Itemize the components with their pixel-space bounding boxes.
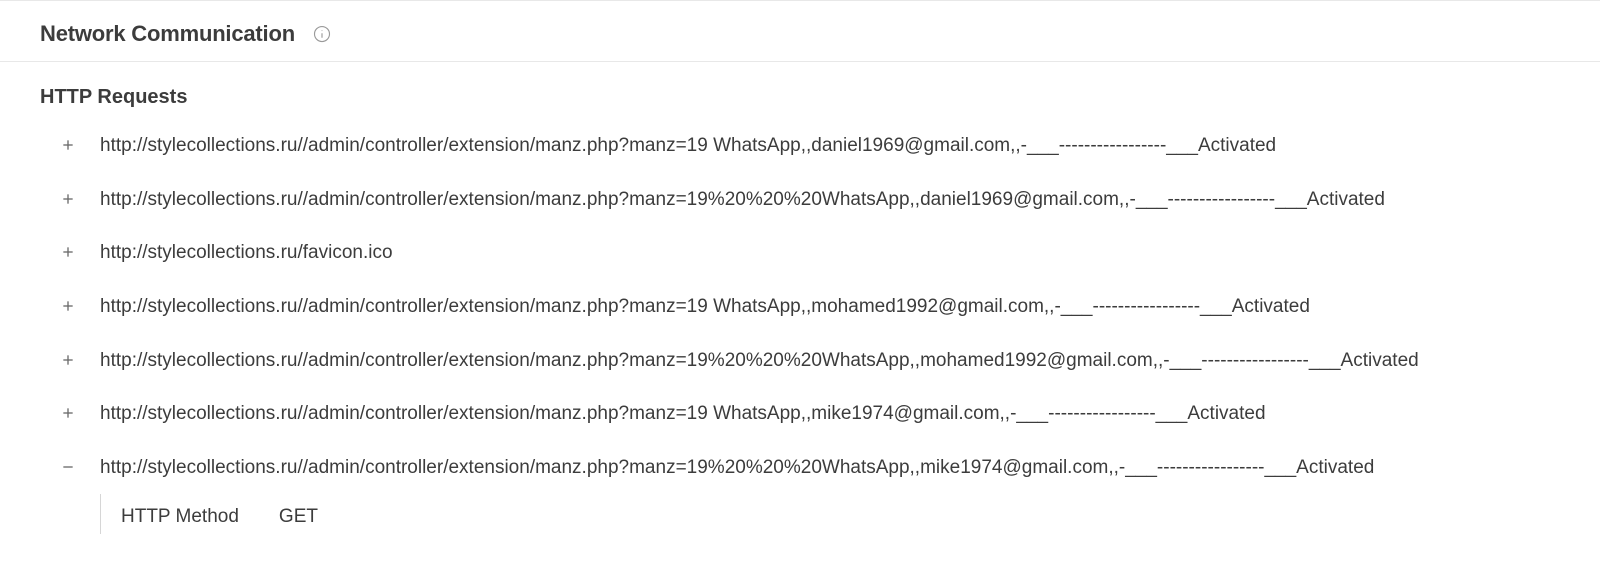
http-method-label: HTTP Method: [121, 506, 239, 528]
section-title: Network Communication: [40, 21, 295, 47]
request-url[interactable]: http://stylecollections.ru//admin/contro…: [100, 401, 1560, 427]
collapse-icon[interactable]: [58, 457, 78, 477]
http-request-list: http://stylecollections.ru//admin/contro…: [0, 119, 1600, 534]
http-request-row: http://stylecollections.ru//admin/contro…: [0, 119, 1600, 173]
expand-icon[interactable]: [58, 189, 78, 209]
expand-icon[interactable]: [58, 350, 78, 370]
request-details: HTTP Method GET: [100, 494, 1600, 534]
http-request-row: http://stylecollections.ru//admin/contro…: [0, 441, 1600, 495]
request-url[interactable]: http://stylecollections.ru//admin/contro…: [100, 348, 1560, 374]
request-url[interactable]: http://stylecollections.ru//admin/contro…: [100, 455, 1560, 481]
http-request-row: http://stylecollections.ru//admin/contro…: [0, 173, 1600, 227]
request-url[interactable]: http://stylecollections.ru//admin/contro…: [100, 187, 1560, 213]
expand-icon[interactable]: [58, 135, 78, 155]
http-request-row: http://stylecollections.ru/favicon.ico: [0, 226, 1600, 280]
http-request-row: http://stylecollections.ru//admin/contro…: [0, 334, 1600, 388]
info-icon[interactable]: [313, 25, 331, 43]
expand-icon[interactable]: [58, 242, 78, 262]
http-method-value: GET: [279, 506, 318, 528]
request-url[interactable]: http://stylecollections.ru/favicon.ico: [100, 240, 1560, 266]
request-url[interactable]: http://stylecollections.ru//admin/contro…: [100, 133, 1560, 159]
network-communication-panel: Network Communication HTTP Requests http…: [0, 0, 1600, 534]
request-url[interactable]: http://stylecollections.ru//admin/contro…: [100, 294, 1560, 320]
http-requests-title: HTTP Requests: [0, 62, 1600, 119]
http-request-row: http://stylecollections.ru//admin/contro…: [0, 280, 1600, 334]
expand-icon[interactable]: [58, 296, 78, 316]
http-request-row: http://stylecollections.ru//admin/contro…: [0, 387, 1600, 441]
expand-icon[interactable]: [58, 403, 78, 423]
section-header: Network Communication: [0, 0, 1600, 62]
